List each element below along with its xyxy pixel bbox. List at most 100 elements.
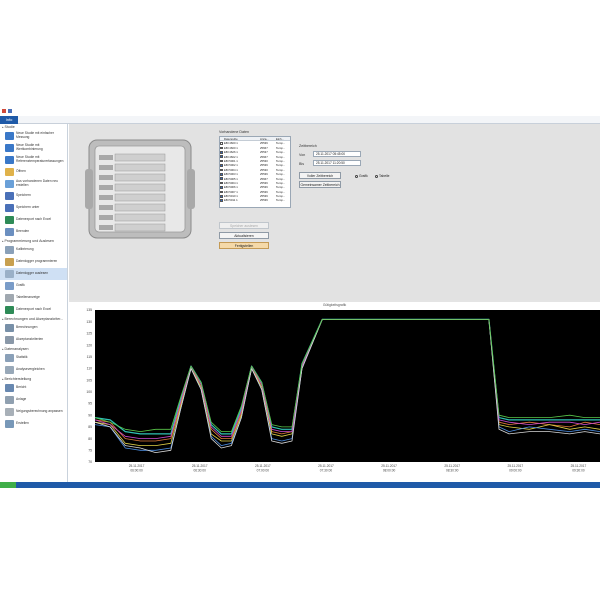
sidebar-item[interactable]: Analysevergleichen bbox=[0, 364, 67, 376]
radio-graph[interactable]: Grafik bbox=[355, 174, 368, 178]
sidebar-item-label: Anlage bbox=[16, 397, 27, 402]
row-checkbox[interactable] bbox=[220, 168, 223, 172]
application-window: Info ▴ Studie Neue Studie mit einfacher Me… bbox=[0, 108, 600, 488]
sidebar-item[interactable]: Beenden bbox=[0, 226, 67, 238]
sidebar-item[interactable]: Neue Studie mit Referenztemperaturerfass… bbox=[0, 154, 67, 166]
row-checkbox[interactable] bbox=[220, 173, 223, 176]
sidebar-item[interactable]: Grafik bbox=[0, 280, 67, 292]
sidebar-item[interactable]: Neue Studie mit Wertkombinierung bbox=[0, 142, 67, 154]
row-checkbox[interactable] bbox=[220, 142, 223, 145]
radio-graph-dot[interactable] bbox=[355, 174, 358, 178]
create-icon bbox=[5, 180, 14, 188]
list-cell: Temp... bbox=[276, 198, 286, 203]
logger-read-icon bbox=[5, 270, 14, 278]
radio-table[interactable]: Tabelle bbox=[375, 174, 389, 178]
column-header[interactable]: Anza... bbox=[260, 137, 276, 141]
x-tick-date: 25.11.2017 bbox=[255, 464, 271, 468]
x-tick-time: 08:30:00 bbox=[446, 469, 459, 473]
report-icon bbox=[5, 384, 14, 392]
save-icon[interactable] bbox=[8, 109, 12, 113]
logger-slot bbox=[114, 223, 166, 232]
sidebar-item[interactable]: Bericht bbox=[0, 382, 67, 394]
main-area: Vorhandene Daten Datenreihe Anza... Einh… bbox=[69, 124, 600, 482]
save-icon bbox=[5, 192, 14, 200]
to-date-field[interactable]: 25.11.2017 11:20:50 bbox=[313, 160, 361, 166]
y-tick-label: 85 bbox=[88, 425, 92, 429]
sidebar-section-header[interactable]: ▴ Berechnungen und Akzeptanzkriter... bbox=[0, 316, 67, 322]
status-bar bbox=[0, 482, 600, 488]
sidebar-item[interactable]: Aus vorhandenen Daten neu erstellen bbox=[0, 178, 67, 190]
full-range-button[interactable]: Voller Zeitbereich bbox=[299, 172, 341, 179]
sidebar-section-title: Berechnungen und Akzeptanzkriter... bbox=[4, 317, 64, 321]
logger-slot bbox=[114, 173, 166, 182]
data-series-list[interactable]: Datenreihe Anza... Einh... EBI 4600 1 255… bbox=[219, 136, 291, 208]
sidebar-item[interactable]: Akzeptanzkriterien bbox=[0, 334, 67, 346]
table-icon bbox=[5, 294, 14, 302]
row-checkbox[interactable] bbox=[220, 155, 223, 159]
new-study-icon bbox=[5, 156, 14, 164]
collapse-icon[interactable]: ▴ bbox=[2, 124, 4, 130]
column-header[interactable]: Datenreihe bbox=[224, 137, 260, 141]
row-checkbox[interactable] bbox=[220, 151, 223, 154]
sidebar-item[interactable]: Statistik bbox=[0, 352, 67, 364]
logger-slot bbox=[114, 163, 166, 172]
row-checkbox[interactable] bbox=[220, 199, 223, 202]
slope-icon bbox=[5, 408, 14, 416]
logger-slot bbox=[114, 183, 166, 192]
list-item[interactable]: EBI 5011 1 25536 Temp... bbox=[220, 198, 290, 202]
sidebar-item[interactable]: Speichern bbox=[0, 190, 67, 202]
sidebar-item[interactable]: Erstellen bbox=[0, 418, 67, 430]
status-indicator bbox=[0, 482, 16, 488]
sidebar-item[interactable]: Datenexport nach Excel bbox=[0, 214, 67, 226]
tab-info[interactable]: Info bbox=[0, 116, 18, 124]
collapse-icon[interactable]: ▴ bbox=[2, 316, 4, 322]
sidebar-item[interactable]: Anlage bbox=[0, 394, 67, 406]
row-checkbox[interactable] bbox=[220, 186, 223, 189]
sidebar-item-label: Statistik bbox=[16, 355, 28, 360]
y-tick-label: 75 bbox=[88, 449, 92, 453]
sidebar-item[interactable]: Kalibrierung bbox=[0, 244, 67, 256]
radio-table-dot[interactable] bbox=[375, 174, 378, 178]
app-icon[interactable] bbox=[2, 109, 6, 113]
sidebar-item-label: Bericht bbox=[16, 385, 27, 390]
sidebar-item[interactable]: Tabellenanzeige bbox=[0, 292, 67, 304]
read-memory-button[interactable]: Speicher auslesen bbox=[219, 222, 269, 229]
sidebar-item[interactable]: Datenlogger programmieren bbox=[0, 256, 67, 268]
sidebar-item[interactable]: Neue Studie mit einfacher Messung bbox=[0, 130, 67, 142]
y-tick-label: 125 bbox=[86, 332, 92, 336]
row-checkbox[interactable] bbox=[220, 159, 223, 163]
sidebar-item-label: Neue Studie mit Wertkombinierung bbox=[16, 143, 43, 151]
collapse-icon[interactable]: ▴ bbox=[2, 376, 4, 382]
common-range-button[interactable]: Gemeinsamer Zeitbereich bbox=[299, 181, 341, 188]
to-label: Bis bbox=[299, 162, 304, 166]
y-tick-label: 95 bbox=[88, 402, 92, 406]
sidebar-item-label: Datenlogger programmieren bbox=[16, 259, 58, 264]
sidebar-item[interactable]: Datenlogger auslesen bbox=[0, 268, 67, 280]
sidebar-item[interactable]: Berechnungen bbox=[0, 322, 67, 334]
criteria-icon bbox=[5, 336, 14, 344]
y-tick-label: 70 bbox=[88, 460, 92, 464]
row-checkbox[interactable] bbox=[220, 194, 223, 198]
temperature-chart[interactable]: 70 75 80 85 90 95 100 105 110 115 120 125 130 135 25.1… bbox=[69, 302, 600, 482]
row-checkbox[interactable] bbox=[220, 181, 223, 185]
calibration-icon bbox=[5, 246, 14, 254]
row-checkbox[interactable] bbox=[220, 146, 223, 150]
sidebar-item[interactable]: Neigungsberechnung anpassen bbox=[0, 406, 67, 418]
sidebar-item[interactable]: Speichern unter bbox=[0, 202, 67, 214]
sidebar-item[interactable]: Datenexport nach Excel bbox=[0, 304, 67, 316]
row-checkbox[interactable] bbox=[220, 164, 223, 167]
sidebar-item-label: Neigungsberechnung anpassen bbox=[16, 409, 63, 414]
logger-connector bbox=[99, 185, 113, 190]
collapse-icon[interactable]: ▴ bbox=[2, 346, 4, 352]
collapse-icon[interactable]: ▴ bbox=[2, 238, 4, 244]
row-checkbox[interactable] bbox=[220, 190, 223, 194]
sidebar-item-label: Beenden bbox=[16, 229, 30, 234]
from-date-field[interactable]: 25.11.2017 05:45:00 bbox=[313, 151, 361, 157]
finish-button[interactable]: Fertigstellen bbox=[219, 242, 269, 249]
y-tick-label: 130 bbox=[86, 320, 92, 324]
column-header[interactable]: Einh... bbox=[276, 137, 290, 141]
refresh-button[interactable]: Aktualisieren bbox=[219, 232, 269, 239]
row-checkbox[interactable] bbox=[220, 177, 223, 180]
sidebar-item[interactable]: Öffnen bbox=[0, 166, 67, 178]
x-tick-date: 25.11.2017 bbox=[444, 464, 460, 468]
